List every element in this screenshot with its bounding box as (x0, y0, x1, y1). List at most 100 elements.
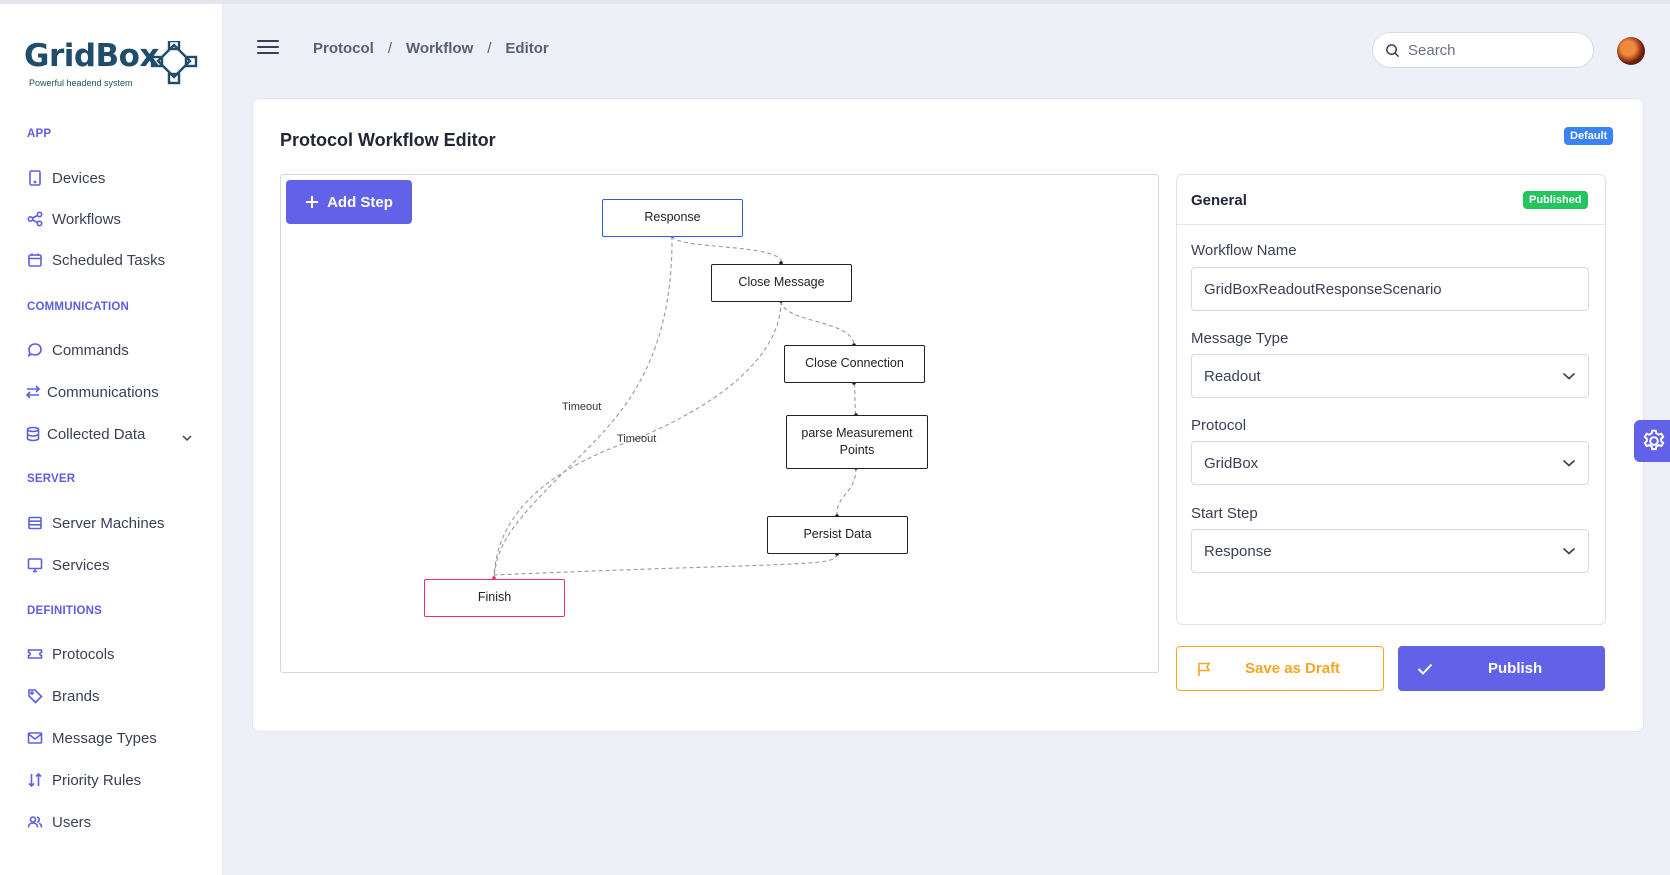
publish-button[interactable]: Publish (1398, 646, 1605, 691)
edge-label-timeout: Timeout (562, 401, 602, 413)
message-type-value: Readout (1204, 367, 1261, 385)
top-border (0, 0, 1670, 4)
general-panel-title: General (1191, 192, 1247, 209)
edge-label-timeout: Timeout (617, 433, 657, 445)
tablet-icon (27, 170, 43, 186)
node-response[interactable]: Response (602, 199, 743, 237)
section-communication: COMMUNICATION (27, 301, 130, 313)
sidebar-item-server-machines[interactable]: Server Machines (27, 510, 165, 536)
search-box[interactable] (1372, 32, 1594, 68)
sidebar-item-brands[interactable]: Brands (27, 683, 100, 709)
sidebar-item-message-types[interactable]: Message Types (27, 725, 157, 751)
publish-label: Publish (1488, 660, 1543, 677)
message-type-select[interactable]: Readout (1191, 354, 1589, 398)
protocol-select[interactable]: GridBox (1191, 441, 1589, 485)
sidebar-item-label: Protocols (52, 645, 115, 663)
save-as-draft-label: Save as Draft (1245, 660, 1341, 677)
edge-close-connection-parse (853, 382, 857, 416)
page-title: Protocol Workflow Editor (280, 130, 496, 150)
workflow-name-field[interactable] (1191, 267, 1589, 311)
start-step-label: Start Step (1191, 505, 1258, 522)
check-icon (1417, 663, 1433, 675)
breadcrumb-editor: Editor (505, 40, 549, 57)
sidebar-item-label: Server Machines (52, 514, 165, 532)
node-parse-measurement-points[interactable]: parse Measurement Points (786, 415, 928, 469)
sort-icon (27, 772, 43, 788)
sidebar-item-label: Commands (52, 341, 129, 359)
sidebar-item-protocols[interactable]: Protocols (27, 641, 115, 667)
edge-parse-persist (836, 467, 857, 516)
breadcrumb: Protocol / Workflow / Editor (313, 40, 549, 57)
breadcrumb-protocol[interactable]: Protocol (313, 40, 374, 57)
section-definitions: DEFINITIONS (27, 605, 103, 617)
sidebar-item-label: Workflows (52, 210, 121, 228)
status-badge: Published (1523, 191, 1588, 209)
chevron-down-icon (1562, 459, 1576, 467)
sidebar-item-label: Devices (52, 169, 106, 187)
tag-icon (27, 688, 43, 704)
workflow-name-input[interactable] (1204, 280, 1576, 298)
share-icon (27, 211, 43, 227)
sidebar-item-label: Brands (52, 687, 100, 705)
monitor-icon (27, 557, 43, 573)
sidebar-item-label: Message Types (52, 729, 157, 747)
avatar[interactable] (1617, 37, 1645, 65)
sidebar-item-commands[interactable]: Commands (27, 337, 129, 363)
protocol-value: GridBox (1204, 454, 1259, 472)
section-app: APP (27, 128, 52, 140)
sidebar-item-label: Communications (47, 383, 159, 401)
general-panel-header: General Published (1177, 175, 1605, 225)
chevron-down-icon[interactable] (181, 434, 193, 442)
mail-icon (27, 730, 43, 746)
hamburger-menu-icon[interactable] (257, 40, 279, 58)
sidebar-item-label: Users (52, 813, 92, 831)
sidebar-item-workflows[interactable]: Workflows (27, 206, 121, 232)
workflow-name-label: Workflow Name (1191, 242, 1297, 259)
search-icon (1386, 43, 1400, 57)
edge-close-message-close-connection (780, 300, 855, 346)
breadcrumb-separator: / (387, 40, 393, 57)
workflow-canvas[interactable]: Add Step Response Close Message Close Co… (280, 174, 1159, 673)
node-persist-data[interactable]: Persist Data (767, 516, 908, 554)
logo-tagline: Powerful headend system (29, 78, 133, 88)
calendar-icon (27, 252, 43, 268)
search-input[interactable] (1408, 41, 1578, 59)
sidebar-item-priority-rules[interactable]: Priority Rules (27, 767, 141, 793)
logo[interactable]: GridBox Powerful headend system (24, 38, 204, 94)
sidebar: GridBox Powerful headend system APP Devi… (0, 4, 223, 875)
ticket-icon (27, 646, 43, 662)
node-close-connection[interactable]: Close Connection (784, 345, 925, 383)
logo-mark-icon (150, 41, 198, 85)
add-step-button[interactable]: Add Step (286, 180, 412, 224)
sidebar-item-scheduled-tasks[interactable]: Scheduled Tasks (27, 247, 165, 273)
node-close-message[interactable]: Close Message (711, 264, 852, 302)
breadcrumb-separator: / (487, 40, 492, 57)
sidebar-item-label: Collected Data (47, 425, 146, 443)
save-as-draft-button[interactable]: Save as Draft (1176, 646, 1384, 691)
sidebar-item-collected-data[interactable]: Collected Data (25, 421, 145, 447)
protocol-label: Protocol (1191, 417, 1247, 434)
settings-gear-button[interactable] (1634, 420, 1670, 462)
swap-icon (25, 384, 41, 400)
sidebar-item-services[interactable]: Services (27, 552, 110, 578)
sidebar-item-devices[interactable]: Devices (27, 165, 105, 191)
workflow-edges (492, 234, 858, 580)
start-step-select[interactable]: Response (1191, 529, 1589, 573)
node-finish[interactable]: Finish (424, 579, 565, 617)
add-step-label: Add Step (327, 193, 393, 211)
message-type-label: Message Type (1191, 330, 1289, 347)
start-step-value: Response (1204, 542, 1272, 560)
server-icon (27, 515, 43, 531)
sidebar-item-communications[interactable]: Communications (25, 379, 159, 405)
gear-icon (1643, 429, 1665, 451)
database-icon (25, 426, 41, 442)
sidebar-item-users[interactable]: Users (27, 809, 91, 835)
chat-icon (27, 342, 43, 358)
sidebar-item-label: Scheduled Tasks (52, 251, 166, 269)
users-icon (27, 814, 43, 830)
default-badge: Default (1564, 127, 1614, 145)
breadcrumb-workflow[interactable]: Workflow (406, 40, 473, 57)
plus-icon (306, 196, 319, 208)
chevron-down-icon (1562, 547, 1576, 555)
sidebar-item-label: Services (52, 556, 110, 574)
